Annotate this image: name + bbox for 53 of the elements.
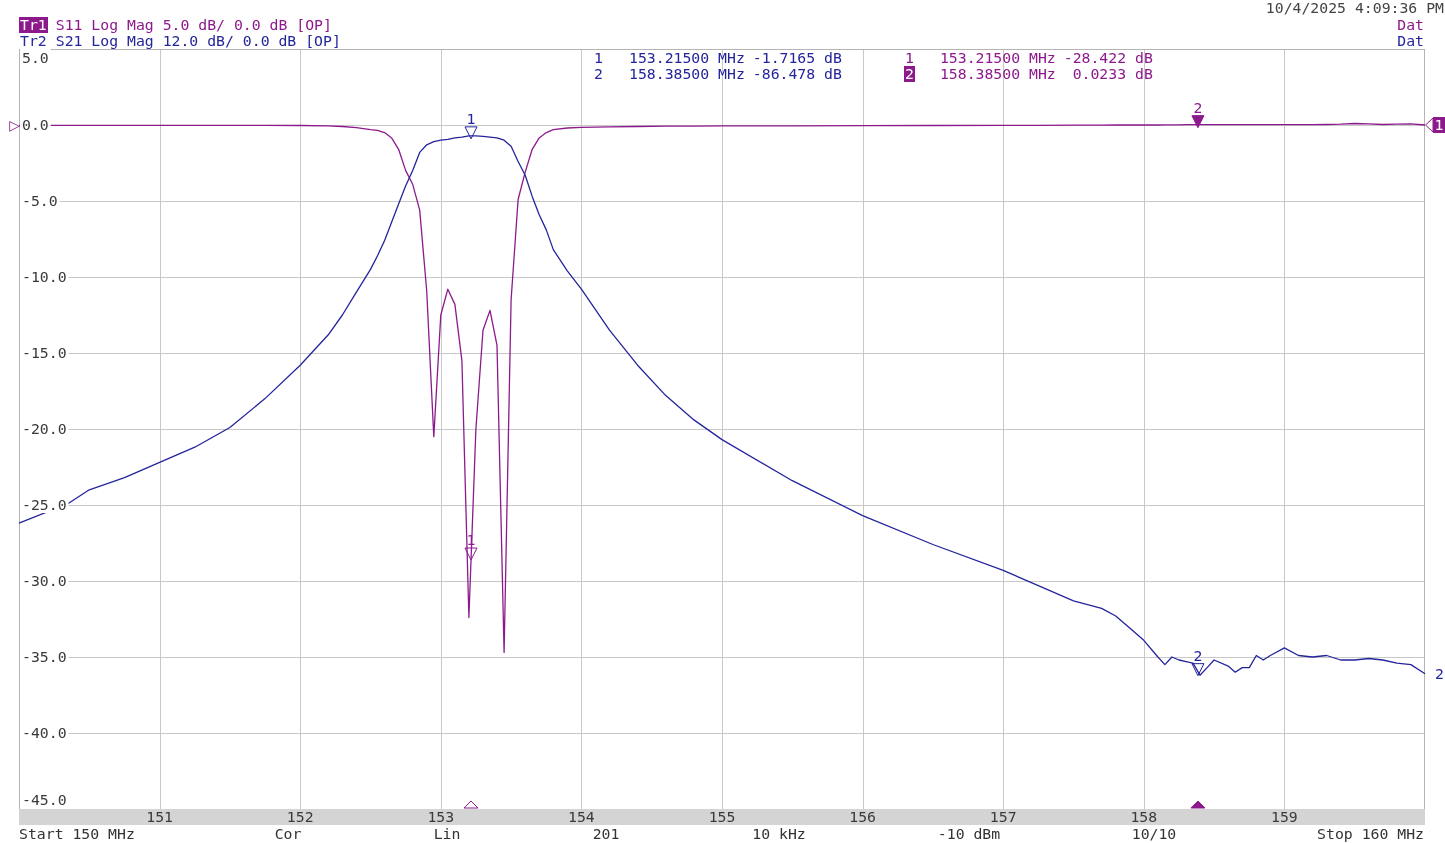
status-field: Lin [433,825,461,843]
marker-value: -86.478 dB [752,66,842,82]
x-axis-tick-label: 152 [286,808,314,825]
x-axis-tick-label: 153 [427,808,455,825]
y-axis-tick-label: -15.0 [22,344,67,361]
status-field: Start 150 MHz [19,825,135,843]
marker-number: 1 [904,50,914,66]
x-axis-tick-label: 157 [989,808,1017,825]
y-axis-tick-label: 0.0 [22,116,49,133]
marker-number: 1 [594,50,603,66]
x-axis-tick-label: 154 [568,808,595,825]
status-field: 10 kHz [752,825,806,843]
trace-status-label: Dat [1397,17,1424,33]
y-axis-tick-label: -10.0 [22,268,67,285]
marker-number: 2 [594,66,603,82]
timestamp: 10/4/2025 4:09:36 PM [1265,0,1444,17]
x-axis-tick-label: 156 [849,808,876,825]
x-axis-tick-label: 151 [146,808,173,825]
marker-number: 2 [903,66,915,82]
trace-tag[interactable]: Tr2 [19,33,48,49]
y-axis-tick-label: -20.0 [22,420,67,437]
x-axis-tick-label: 155 [708,808,736,825]
annotation: 1 [466,109,476,127]
marker-value: 0.0233 dB [1071,66,1153,82]
trace-tag[interactable]: Tr1 [19,17,48,33]
trace-settings: S21 Log Mag 12.0 dB/ 0.0 dB [OP] [55,33,341,49]
x-axis-tick-label: 159 [1271,808,1298,825]
trace-status-label: Dat [1397,33,1424,49]
annotation: 2 [1193,646,1203,664]
trace-end-label: 2 [1435,664,1444,682]
marker-value: -28.422 dB [1063,50,1153,66]
marker-frequency: 153.21500 MHz [939,50,1056,66]
y-axis-tick-label: 5.0 [22,49,49,66]
status-field: Cor [274,825,302,843]
y-axis-tick-label: -45.0 [22,791,67,808]
x-axis-tick-label: 158 [1130,808,1158,825]
status-field: 201 [592,825,620,843]
y-axis-tick-label: -35.0 [22,648,67,665]
marker-frequency: 158.38500 MHz [939,66,1056,82]
trace-settings: S11 Log Mag 5.0 dB/ 0.0 dB [OP] [55,17,332,33]
y-axis-tick-label: -5.0 [22,192,58,209]
reference-pointer-icon: ▷ [9,117,20,133]
y-axis-tick-label: -40.0 [22,724,67,741]
status-field: Stop 160 MHz [1317,825,1424,843]
status-field: -10 dBm [937,825,1001,843]
y-axis-tick-label: -30.0 [22,572,67,589]
marker-frequency: 158.38500 MHz [629,66,745,82]
status-field: 10/10 [1131,825,1177,843]
annotation: 2 [1193,98,1203,116]
marker-value: -1.7165 dB [752,50,842,66]
stimulus-marker-icon [463,800,479,809]
y-axis-tick-label: -25.0 [22,496,67,513]
marker-frequency: 153.21500 MHz [629,50,745,66]
